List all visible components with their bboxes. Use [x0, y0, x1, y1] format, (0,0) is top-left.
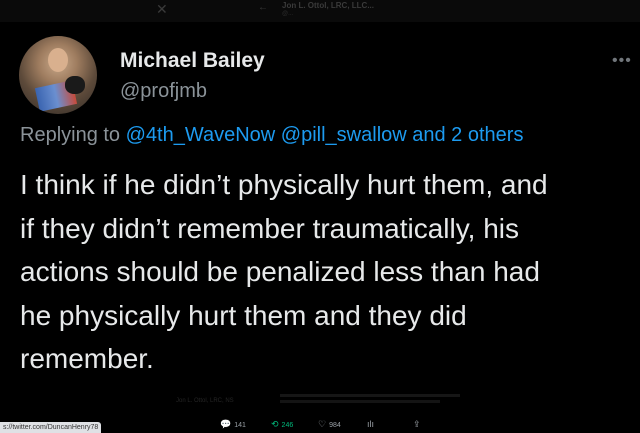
avatar[interactable]	[19, 36, 97, 114]
background-tweet-header: ✕ ← Jon L. Ottol, LRC, LLC... @...	[0, 0, 640, 22]
author-display-name[interactable]: Michael Bailey	[120, 49, 265, 73]
heart-icon: ♡	[318, 419, 327, 429]
replying-to-mentions[interactable]: @4th_WaveNow @pill_swallow and 2 others	[126, 124, 524, 146]
tweet-text-line: remember.	[20, 343, 154, 374]
status-bar-url: s://twitter.com/DuncanHenry78	[0, 422, 102, 433]
tweet-text-line: I think if he didn’t physically hurt the…	[20, 169, 548, 200]
reply-count: 141	[234, 422, 246, 429]
replying-to-prefix: Replying to	[20, 124, 121, 146]
retweet-count: 246	[281, 422, 294, 429]
reply-button[interactable]: 💬 141	[220, 419, 246, 430]
tweet-text-line: he physically hurt them and they did	[20, 299, 467, 331]
back-arrow-icon: ←	[258, 2, 268, 13]
background-author-handle: @...	[282, 11, 294, 17]
author-handle[interactable]: @profjmb	[120, 80, 207, 103]
tweet-text-line: if they didn’t remember traumatically, h…	[20, 212, 519, 244]
retweet-icon: ⟲	[271, 419, 279, 429]
more-options-icon[interactable]: •••	[612, 52, 632, 70]
share-icon: ⇪	[413, 419, 421, 429]
tweet-body: I think if he didn’t physically hurt the…	[20, 163, 632, 381]
reply-icon: 💬	[220, 419, 232, 429]
background-card-author: Jon L. Ottol, LRC, NS	[176, 398, 234, 404]
tweet-text-line: actions should be penalized less than ha…	[20, 256, 540, 287]
bar-chart-icon: ılı	[367, 419, 375, 429]
like-button[interactable]: ♡ 984	[318, 419, 341, 430]
replying-to-line: Replying to @4th_WaveNow @pill_swallow a…	[20, 124, 523, 147]
background-author-name: Jon L. Ottol, LRC, LLC...	[282, 1, 374, 10]
retweet-button[interactable]: ⟲ 246	[271, 419, 293, 430]
background-tweet-card: Jon L. Ottol, LRC, NS	[170, 394, 470, 414]
close-icon: ✕	[156, 1, 168, 17]
like-count: 984	[329, 422, 341, 429]
views-button[interactable]: ılı	[367, 419, 377, 429]
share-button[interactable]: ⇪	[413, 419, 424, 430]
